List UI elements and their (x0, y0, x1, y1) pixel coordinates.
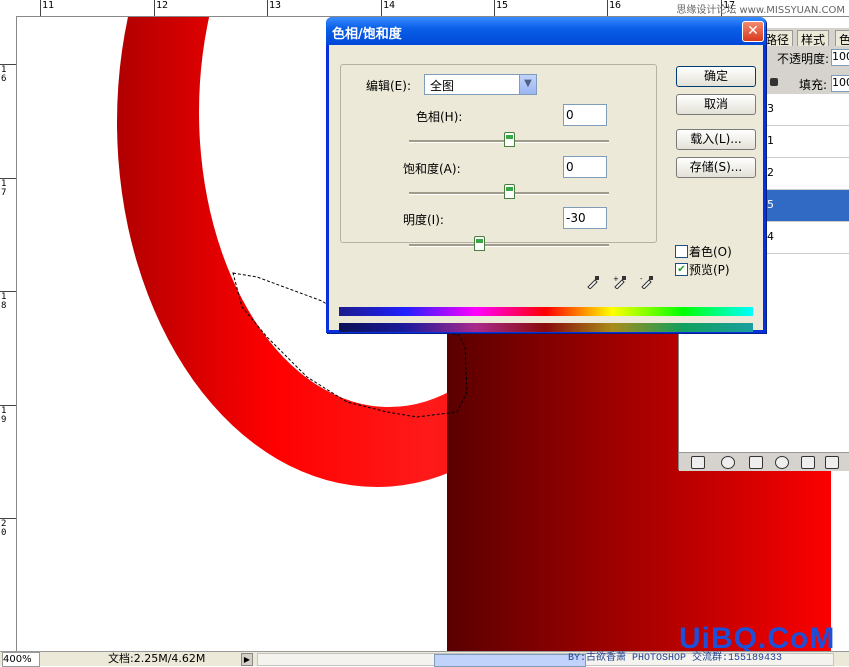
status-bar: 400% 文档:2.25M/4.62M ▶ BY:古欲香萧 PHOTOSHOP … (0, 651, 849, 667)
watermark-text: 思缘设计论坛 www.MISSYUAN.COM (676, 5, 845, 16)
lightness-input[interactable]: -30 (563, 207, 607, 229)
adjustment-icon[interactable] (775, 456, 789, 469)
edit-group-box: 编辑(E): 全图 ▼ 色相(H): 0 饱和度(A): 0 明度(I): -3… (340, 64, 657, 251)
eyedropper-plus-icon[interactable]: + (613, 275, 627, 289)
svg-text:+: + (613, 275, 619, 283)
cancel-button[interactable]: 取消 (676, 94, 756, 115)
lightness-label: 明度(I): (403, 213, 444, 227)
layer-number: 3 (767, 102, 774, 115)
saturation-slider-thumb[interactable] (504, 184, 515, 199)
ruler-label: 12 (156, 0, 169, 11)
folder-icon[interactable] (801, 456, 815, 469)
hue-spectrum-bar (339, 307, 753, 316)
hue-input[interactable]: 0 (563, 104, 607, 126)
fill-input[interactable]: 100 (831, 75, 849, 92)
hue-saturation-dialog: 色相/饱和度 ✕ 编辑(E): 全图 ▼ 色相(H): 0 饱和度(A): 0 … (326, 17, 766, 333)
load-button[interactable]: 载入(L)... (676, 129, 756, 150)
layer-number: 2 (767, 166, 774, 179)
opacity-input[interactable]: 100 (831, 49, 849, 66)
ruler-label: 13 (269, 0, 282, 11)
ruler-label: 11 (42, 0, 55, 11)
layer-number: 5 (767, 198, 774, 211)
scrollbar-thumb[interactable] (434, 654, 586, 667)
tab-styles[interactable]: 样式 (797, 30, 830, 47)
layer-number: 4 (767, 230, 774, 243)
edit-select-value: 全图 (430, 79, 455, 93)
edit-label: 编辑(E): (363, 77, 414, 94)
saturation-input[interactable]: 0 (563, 156, 607, 178)
mask-icon[interactable] (749, 456, 763, 469)
ruler-label: 1 9 (1, 406, 7, 425)
layer-number: 1 (767, 134, 774, 147)
ruler-label: 16 (609, 0, 622, 11)
colorize-checkbox[interactable] (675, 245, 688, 258)
lightness-slider-thumb[interactable] (474, 236, 485, 251)
ruler-label: 1 8 (1, 292, 7, 311)
close-button[interactable]: ✕ (742, 21, 764, 42)
opacity-label: 不透明度: (777, 52, 830, 66)
dialog-titlebar[interactable]: 色相/饱和度 ✕ (326, 17, 766, 45)
eyedropper-icon[interactable] (586, 275, 600, 289)
fx-icon[interactable] (721, 456, 735, 469)
saturation-label: 饱和度(A): (403, 162, 461, 176)
chevron-down-icon[interactable]: ▼ (519, 75, 536, 94)
eyedropper-minus-icon[interactable]: - (640, 275, 654, 289)
edit-select[interactable]: 全图 ▼ (424, 74, 537, 95)
credit-text: BY:古欲香萧 PHOTOSHOP 交流群:155189433 (568, 653, 783, 664)
ruler-top: 11 12 13 14 15 16 17 思缘设计论坛 www.MISSYUAN… (0, 0, 849, 17)
ruler-label: 15 (496, 0, 509, 11)
ok-button[interactable]: 确定 (676, 66, 756, 87)
adjusted-spectrum-bar (339, 323, 753, 332)
dialog-body: 编辑(E): 全图 ▼ 色相(H): 0 饱和度(A): 0 明度(I): -3… (329, 45, 763, 332)
arrow-right-icon[interactable]: ▶ (241, 653, 253, 666)
svg-text:-: - (640, 275, 643, 283)
save-button[interactable]: 存储(S)... (676, 157, 756, 178)
hue-slider-thumb[interactable] (504, 132, 515, 147)
ruler-label: 1 7 (1, 179, 7, 198)
lock-icon[interactable] (770, 78, 778, 86)
ruler-label: 1 6 (1, 65, 7, 84)
hue-label: 色相(H): (416, 110, 463, 124)
preview-checkbox[interactable]: ✔ (675, 263, 688, 276)
ruler-label: 14 (383, 0, 396, 11)
document-info: 文档:2.25M/4.62M (108, 652, 206, 665)
fill-label: 填充: (799, 78, 828, 92)
tab-color[interactable]: 色 (835, 30, 849, 47)
ruler-label: 2 0 (1, 519, 7, 538)
new-layer-icon[interactable] (825, 456, 839, 469)
colorize-label: 着色(O) (689, 245, 732, 259)
lightness-slider[interactable] (409, 244, 609, 247)
dialog-title: 色相/饱和度 (332, 27, 402, 42)
ruler-left: 1 6 1 7 1 8 1 9 2 0 (0, 16, 17, 651)
link-icon[interactable] (691, 456, 705, 469)
preview-label: 预览(P) (689, 263, 730, 277)
layer-toolbar (679, 452, 849, 471)
